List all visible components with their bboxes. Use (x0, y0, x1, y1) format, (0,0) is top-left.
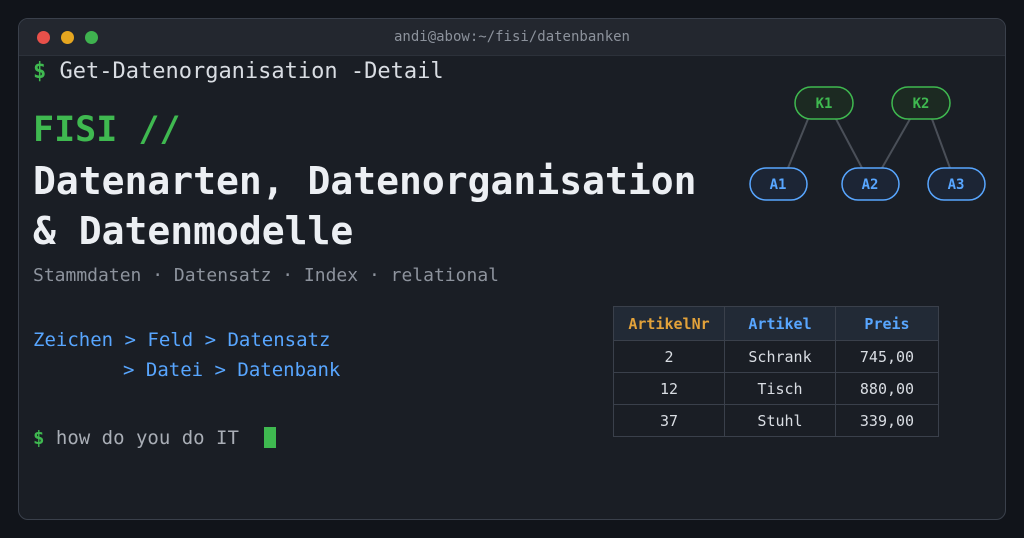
node-a2-label: A2 (862, 177, 879, 193)
node-a3: A3 (927, 167, 986, 201)
table-header-row: ArtikelNr Artikel Preis (613, 306, 939, 341)
edge-k2-a2 (881, 118, 911, 169)
table-row: 12 Tisch 880,00 (613, 372, 939, 405)
table-cell-artikelnr: 2 (613, 340, 725, 373)
column-header-artikelnr: ArtikelNr (613, 306, 725, 341)
table-cell-artikel: Stuhl (724, 404, 836, 437)
table-row: 37 Stuhl 339,00 (613, 404, 939, 437)
table-cell-artikelnr: 37 (613, 404, 725, 437)
table-cell-artikel: Tisch (724, 372, 836, 405)
table-cell-preis: 339,00 (835, 404, 939, 437)
column-header-preis: Preis (835, 306, 939, 341)
table-cell-artikel: Schrank (724, 340, 836, 373)
node-k1: K1 (794, 86, 854, 120)
node-a1-label: A1 (770, 177, 787, 193)
table-cell-artikelnr: 12 (613, 372, 725, 405)
node-k2-label: K2 (913, 96, 930, 112)
key-relationship-diagram: K1 K2 A1 A2 A3 (749, 86, 986, 201)
table-cell-preis: 880,00 (835, 372, 939, 405)
diagram-edges (787, 118, 951, 169)
table-cell-preis: 745,00 (835, 340, 939, 373)
node-a1: A1 (749, 167, 808, 201)
edge-k1-a1 (787, 118, 809, 169)
node-k2: K2 (891, 86, 951, 120)
column-header-artikel: Artikel (724, 306, 836, 341)
node-a3-label: A3 (948, 177, 965, 193)
table-row: 2 Schrank 745,00 (613, 340, 939, 373)
edge-k1-a2 (835, 118, 863, 169)
node-k1-label: K1 (816, 96, 833, 112)
edge-k2-a3 (931, 118, 951, 169)
article-table: ArtikelNr Artikel Preis 2 Schrank 745,00… (613, 306, 939, 437)
node-a2: A2 (841, 167, 900, 201)
